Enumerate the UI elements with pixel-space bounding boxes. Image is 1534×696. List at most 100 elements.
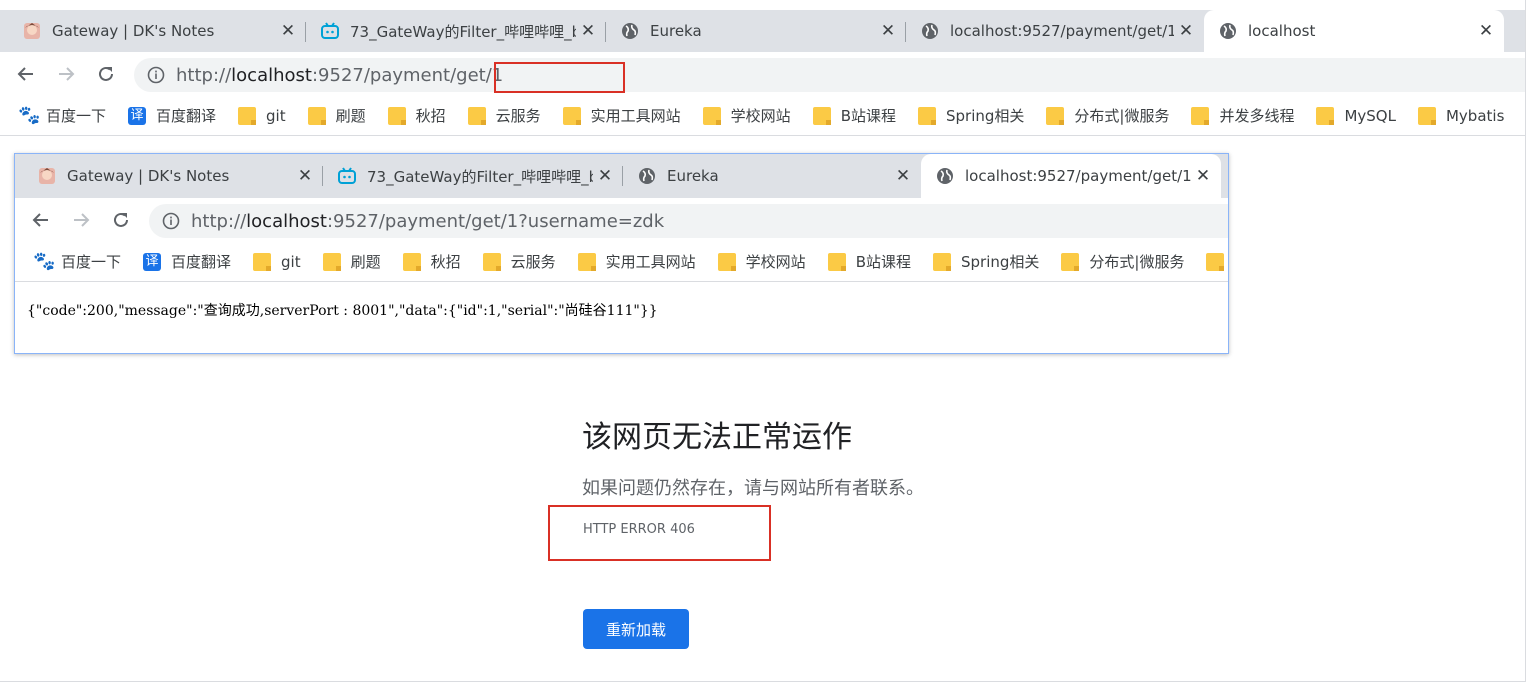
close-icon[interactable]: ✕ (576, 21, 600, 41)
toolbar: http://localhost:9527/payment/get/1?user… (15, 198, 1228, 242)
reload-icon[interactable] (92, 60, 120, 88)
error-title: 该网页无法正常运作 (582, 420, 852, 455)
folder-icon (1417, 106, 1436, 125)
folder-icon (387, 106, 406, 125)
anime-avatar-icon (22, 21, 42, 41)
tab-bilibili[interactable]: 73_GateWay的Filter_哔哩哔哩_b ✕ (306, 10, 606, 52)
highlight-box-error (548, 505, 771, 561)
browser-window: Gateway | DK's Notes ✕ 73_GateWay的Filter… (0, 0, 1526, 682)
bookmark-folder-cloud[interactable]: 云服务 (467, 105, 541, 126)
tab-title: Gateway | DK's Notes (67, 167, 230, 185)
tab-strip: Gateway | DK's Notes ✕ 73_GateWay的Filter… (0, 10, 1525, 52)
bookmark-folder-qiuzhao[interactable]: 秋招 (387, 105, 446, 126)
address-bar[interactable]: http://localhost:9527/payment/get/1 (134, 58, 1525, 92)
folder-icon (402, 252, 421, 271)
url-text: http://localhost:9527/payment/get/1 (176, 64, 504, 86)
json-response: {"code":200,"message":"查询成功,serverPort :… (27, 303, 658, 319)
folder-icon (467, 106, 486, 125)
tab-title: localhost (1248, 22, 1316, 40)
bookmark-folder-distributed[interactable]: 分布式|微服务 (1046, 105, 1169, 126)
bookmark-folder-tools[interactable]: 实用工具网站 (562, 105, 681, 126)
close-icon: ✕ (895, 166, 911, 186)
globe-icon (620, 21, 640, 41)
tab-strip: Gateway | DK's Notes ✕ 73_GateWay的Filter… (15, 154, 1228, 198)
folder-icon (702, 106, 721, 125)
folder-icon (932, 252, 951, 271)
tab-title: localhost:9527/payment/get/1 (965, 167, 1191, 185)
close-icon[interactable]: ✕ (876, 21, 900, 41)
bookmark-folder-concurrency[interactable]: 并发多线程 (1191, 105, 1294, 126)
anime-avatar-icon (37, 166, 57, 186)
bookmark-folder-distributed: 分布式|微服务 (1061, 251, 1184, 272)
tab-title: Eureka (650, 22, 702, 40)
bookmark-fanyi[interactable]: 译百度翻译 (128, 105, 216, 126)
globe-icon (935, 166, 955, 186)
close-icon[interactable]: ✕ (1474, 21, 1498, 41)
globe-icon (637, 166, 657, 186)
close-icon[interactable]: ✕ (276, 21, 300, 41)
bookmark-folder-school[interactable]: 学校网站 (702, 105, 791, 126)
tab-eureka[interactable]: Eureka ✕ (606, 10, 906, 52)
tab-title: Eureka (667, 167, 719, 185)
folder-icon (482, 252, 501, 271)
toolbar: http://localhost:9527/payment/get/1 (0, 52, 1525, 96)
bookmark-baidu: 🐾 百度一下 (33, 250, 122, 272)
tab-localhost[interactable]: localhost ✕ (1204, 10, 1504, 52)
close-icon: ✕ (297, 166, 313, 186)
bookmark-folder-shuati: 刷题 (322, 251, 381, 272)
embedded-browser-screenshot: Gateway | DK's Notes ✕ 73_GateWay的Filter… (14, 153, 1229, 354)
bookmark-folder-mysql[interactable]: MySQL (1316, 106, 1396, 125)
info-icon[interactable] (146, 65, 166, 85)
bookmark-folder-spring: Spring相关 (932, 251, 1039, 272)
tab-title: Gateway | DK's Notes (52, 22, 215, 40)
bookmark-folder-shuati[interactable]: 刷题 (307, 105, 366, 126)
bilibili-icon (320, 21, 340, 41)
folder-icon (322, 252, 341, 271)
folder-icon (827, 252, 846, 271)
bookmark-folder-spring[interactable]: Spring相关 (917, 105, 1024, 126)
tab-eureka: Eureka ✕ (623, 154, 921, 198)
bookmark-baidu[interactable]: 🐾 百度一下 (18, 105, 106, 126)
folder-icon (1061, 252, 1080, 271)
folder-icon (1191, 106, 1210, 125)
bookmark-folder-bilibili-courses[interactable]: B站课程 (812, 105, 896, 126)
tab-title: localhost:9527/payment/get/1 (950, 22, 1174, 40)
baidu-icon: 🐾 (33, 250, 56, 272)
tab-gateway-notes[interactable]: Gateway | DK's Notes ✕ (0, 10, 306, 52)
back-arrow-icon (27, 206, 55, 234)
bookmark-folder-git[interactable]: git (238, 106, 286, 125)
folder-icon (307, 106, 326, 125)
reload-icon (107, 206, 135, 234)
tab-localhost-payment[interactable]: localhost:9527/payment/get/1 ✕ (906, 10, 1204, 52)
bookmark-folder-qiuzhao: 秋招 (402, 251, 461, 272)
translate-icon: 译 (143, 252, 162, 271)
close-icon: ✕ (1195, 166, 1211, 186)
translate-icon: 译 (128, 106, 147, 125)
error-subtitle: 如果问题仍然存在，请与网站所有者联系。 (582, 478, 924, 499)
close-icon[interactable]: ✕ (1174, 21, 1198, 41)
folder-icon (253, 252, 272, 271)
back-arrow-icon[interactable] (12, 60, 40, 88)
baidu-icon: 🐾 (18, 104, 41, 126)
tab-gateway-notes: Gateway | DK's Notes ✕ (15, 154, 323, 198)
close-icon: ✕ (597, 166, 613, 186)
bookmark-folder-cloud: 云服务 (482, 251, 556, 272)
forward-arrow-icon[interactable] (52, 60, 80, 88)
bookmarks-bar: 🐾 百度一下 译百度翻译 git 刷题 秋招 云服务 实用工具网站 学校网站 B站… (15, 242, 1228, 282)
address-bar: http://localhost:9527/payment/get/1?user… (149, 204, 1228, 238)
folder-icon (1046, 106, 1065, 125)
tab-bilibili: 73_GateWay的Filter_哔哩哔哩_b ✕ (323, 154, 623, 198)
folder-icon (717, 252, 736, 271)
globe-icon (1218, 21, 1238, 41)
bookmark-folder-more (1206, 252, 1228, 271)
bookmark-folder-school: 学校网站 (717, 251, 806, 272)
folder-icon (562, 106, 581, 125)
forward-arrow-icon (67, 206, 95, 234)
tab-title: 73_GateWay的Filter_哔哩哔哩_b (367, 167, 593, 186)
highlight-box-url (494, 62, 625, 93)
bookmark-folder-mybatis[interactable]: Mybatis (1417, 106, 1504, 125)
folder-icon (577, 252, 596, 271)
folder-icon (238, 106, 257, 125)
bookmark-folder-bilibili-courses: B站课程 (827, 251, 911, 272)
reload-button[interactable]: 重新加载 (583, 609, 689, 649)
